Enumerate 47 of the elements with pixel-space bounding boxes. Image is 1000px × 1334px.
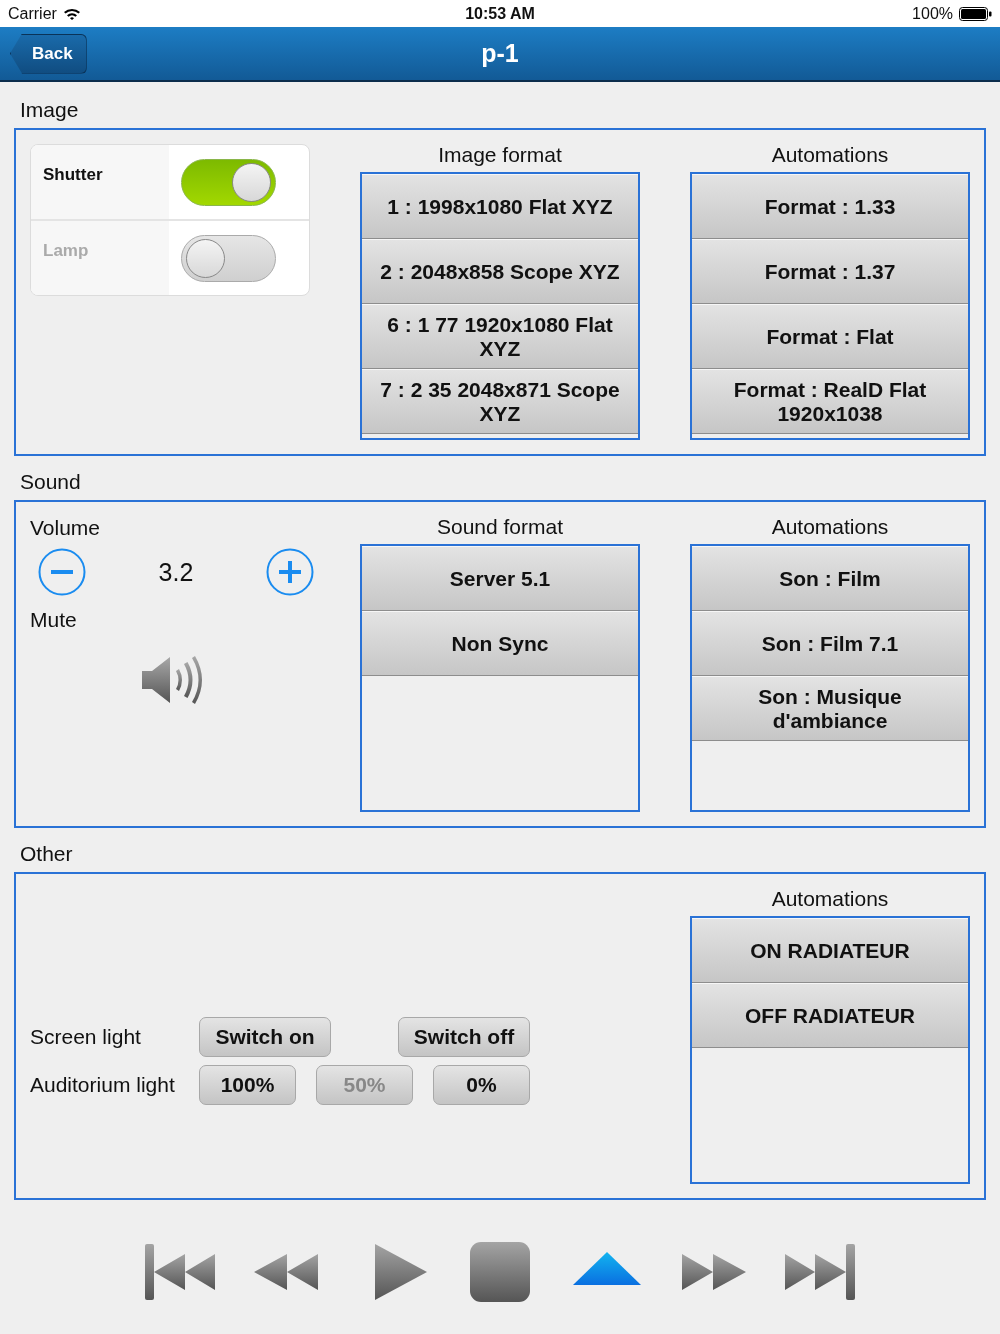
list-item[interactable]: 2 : 2048x858 Scope XYZ (362, 239, 638, 304)
list-item[interactable]: 1 : 1998x1080 Flat XYZ (362, 174, 638, 239)
option-button[interactable]: Switch off (398, 1017, 530, 1057)
option-button[interactable]: Switch on (199, 1017, 331, 1057)
control-label: Auditorium light (30, 1073, 176, 1097)
clock-time: 10:53 AM (465, 4, 535, 23)
list-heading: Image format (437, 142, 563, 168)
list-item[interactable]: Server 5.1 (362, 546, 638, 611)
list-item[interactable]: Format : 1.33 (692, 174, 968, 239)
list-item[interactable]: Son : Film (692, 546, 968, 611)
mute-label: Mute (30, 607, 78, 633)
section-heading: Other (19, 841, 74, 867)
list-item[interactable]: Non Sync (362, 611, 638, 676)
toggle-label: Lamp (31, 221, 169, 295)
screen-title: p-1 (481, 39, 519, 68)
list-item[interactable]: 6 : 1 77 1920x1080 Flat XYZ (362, 304, 638, 369)
plus-button[interactable] (266, 548, 314, 596)
minus-button[interactable] (38, 548, 86, 596)
list-heading: Automations (770, 514, 890, 540)
back-button[interactable]: Back (10, 33, 87, 74)
list-item[interactable]: Format : Flat (692, 304, 968, 369)
option-button[interactable]: 100% (199, 1065, 296, 1105)
list-item[interactable]: Son : Film 7.1 (692, 611, 968, 676)
section-heading: Image (19, 97, 80, 123)
list-item[interactable]: Son : Musique d'ambiance (692, 676, 968, 741)
skip-back-icon[interactable] (143, 1242, 215, 1302)
battery-percent: 100% (912, 4, 953, 23)
toggle-label: Shutter (31, 145, 169, 219)
speaker-icon[interactable] (140, 654, 202, 706)
carrier-label: Carrier (8, 4, 57, 23)
list-item[interactable]: ON RADIATEUR (692, 918, 968, 983)
list-item[interactable]: OFF RADIATEUR (692, 983, 968, 1048)
option-button[interactable]: 0% (433, 1065, 530, 1105)
list-item[interactable]: 7 : 2 35 2048x871 Scope XYZ (362, 369, 638, 434)
battery-icon (959, 6, 992, 21)
list-heading: Automations (770, 886, 890, 912)
section-heading: Sound (19, 469, 82, 495)
volume-label: Volume (30, 515, 102, 541)
toggle-switch[interactable] (181, 158, 276, 206)
list-item[interactable]: Format : RealD Flat 1920x1038 (692, 369, 968, 434)
list-item[interactable]: Format : 1.37 (692, 239, 968, 304)
wifi-icon (62, 7, 81, 20)
volume-value: 3.2 (158, 557, 194, 587)
list-heading: Automations (770, 142, 890, 168)
list-heading: Sound format (435, 514, 565, 540)
control-label: Screen light (30, 1025, 142, 1049)
skip-forward-icon[interactable] (785, 1242, 857, 1302)
